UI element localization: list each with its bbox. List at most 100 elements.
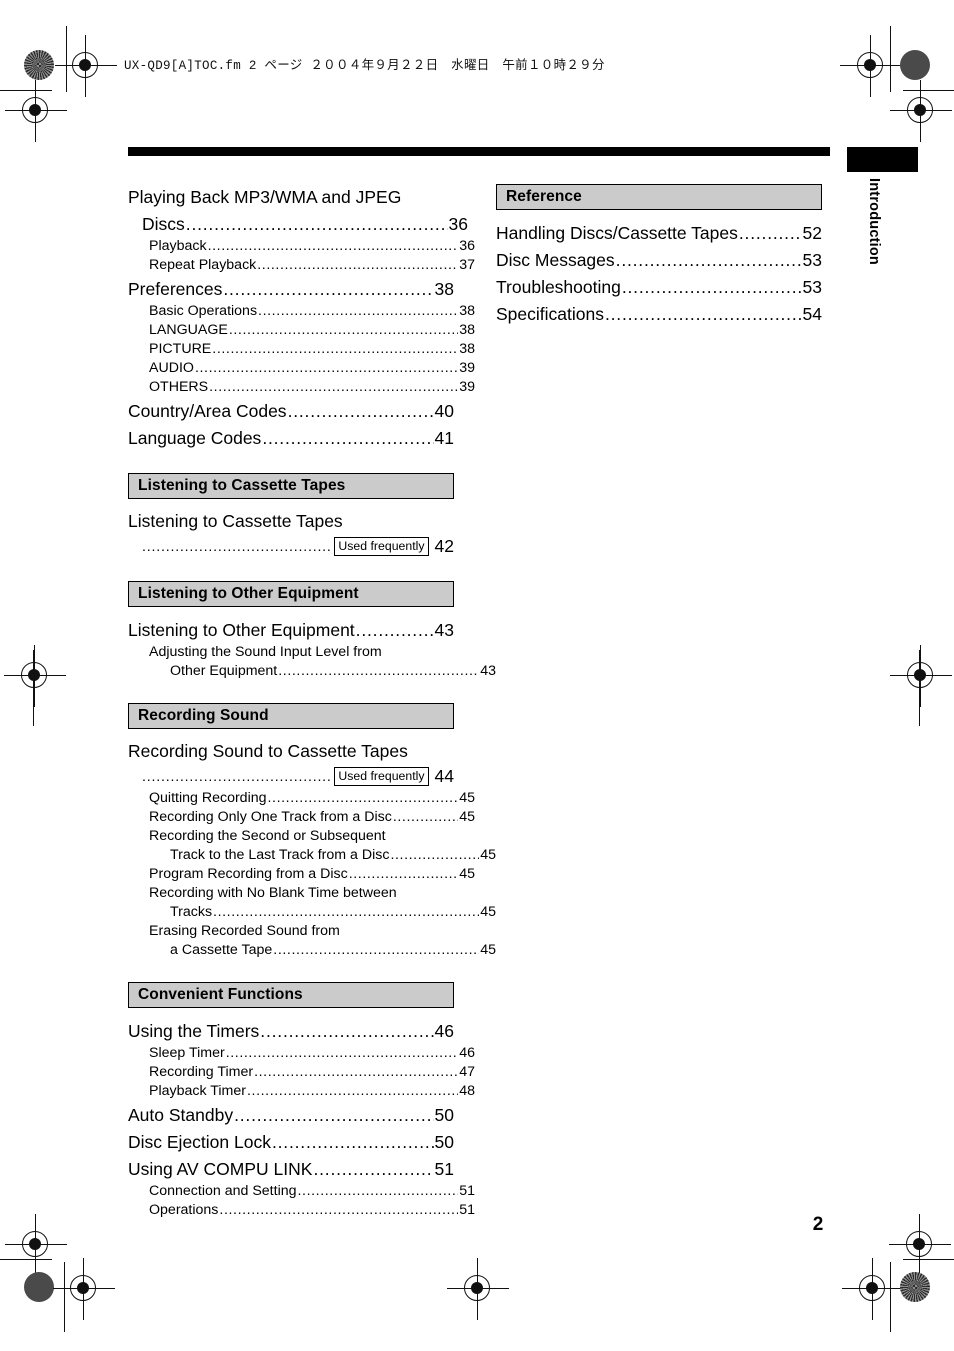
toc-entry[interactable]: Playback Timer 48	[128, 1082, 475, 1101]
toc-entry[interactable]: Using AV COMPU LINK 51	[128, 1156, 454, 1182]
toc-entry-label: Playback Timer	[149, 1083, 246, 1099]
toc-entry-title-line[interactable]: Recording with No Blank Time between	[128, 884, 454, 903]
toc-entry[interactable]: Specifications 54	[496, 301, 822, 327]
leader-dots	[313, 1156, 433, 1182]
toc-entry[interactable]: Tracks 45	[128, 903, 496, 922]
toc-entry-title-line[interactable]: Erasing Recorded Sound from	[128, 922, 454, 941]
toc-entry-title-line[interactable]: Recording Sound to Cassette Tapes	[128, 738, 454, 764]
toc-entry[interactable]: Other Equipment 43	[128, 662, 496, 681]
toc-entry-label: Sleep Timer	[149, 1045, 225, 1061]
toc-entry-page: 39	[459, 379, 475, 395]
toc-entry[interactable]: Track to the Last Track from a Disc 45	[128, 846, 496, 865]
leader-dots	[223, 276, 433, 302]
toc-entry-page: 40	[434, 401, 454, 421]
toc-right-column: Reference Handling Discs/Cassette Tapes 52…	[496, 184, 822, 327]
toc-entry-title-line[interactable]: Listening to Cassette Tapes	[128, 508, 454, 534]
toc-entry[interactable]: Basic Operations 38	[128, 302, 475, 321]
halftone-dot-top-left	[24, 50, 54, 80]
toc-entry[interactable]: Auto Standby 50	[128, 1102, 454, 1128]
leader-dots	[278, 662, 479, 681]
toc-entry[interactable]: Quitting Recording 45	[128, 789, 475, 808]
section-tab-block	[847, 147, 918, 172]
leader-dots	[226, 1044, 459, 1063]
toc-entry-title-line[interactable]: Recording the Second or Subsequent	[128, 827, 454, 846]
toc-entry-label: Country/Area Codes	[128, 401, 287, 421]
toc-entry[interactable]: OTHERS 39	[128, 378, 475, 397]
toc-entry[interactable]: Handling Discs/Cassette Tapes 52	[496, 220, 822, 246]
toc-entry[interactable]: Listening to Other Equipment 43	[128, 617, 454, 643]
leader-dots	[234, 1102, 433, 1128]
toc-entry[interactable]: Sleep Timer 46	[128, 1044, 475, 1063]
leader-dots	[349, 865, 459, 884]
toc-entry[interactable]: Disc Ejection Lock 50	[128, 1129, 454, 1155]
leader-dots	[195, 359, 458, 378]
toc-entry-page: 38	[459, 322, 475, 338]
solid-dot-bottom-left	[24, 1272, 54, 1302]
toc-entry[interactable]: Discs 36	[128, 211, 468, 237]
registration-mark-corner-bottom-right	[889, 1214, 951, 1276]
toc-entry-label: AUDIO	[149, 360, 194, 376]
file-slug-line: UX-QD9[A]TOC.fm 2 ページ ２００４年９月２２日 水曜日 午前１…	[124, 59, 605, 73]
leader-dots	[393, 808, 458, 827]
toc-entry-title-line[interactable]: Adjusting the Sound Input Level from	[128, 643, 454, 662]
toc-entry[interactable]: Language Codes 41	[128, 425, 454, 451]
toc-entry[interactable]: Program Recording from a Disc 45	[128, 865, 475, 884]
leader-dots	[142, 542, 330, 552]
toc-entry-page: 52	[802, 223, 822, 243]
solid-dot-top-right	[900, 50, 930, 80]
toc-left-column: Playing Back MP3/WMA and JPEGDiscs36Play…	[128, 184, 496, 1220]
toc-entry[interactable]: Preferences 38	[128, 276, 454, 302]
toc-entry[interactable]: Recording Timer 47	[128, 1063, 475, 1082]
toc-entry-label: Preferences	[128, 279, 223, 299]
toc-entry[interactable]: Troubleshooting 53	[496, 274, 822, 300]
toc-entry[interactable]: Recording Only One Track from a Disc 45	[128, 808, 475, 827]
toc-entry-label: Track to the Last Track from a Disc	[170, 847, 390, 863]
toc-entry[interactable]: Country/Area Codes 40	[128, 398, 454, 424]
crop-line-top-right-vertical	[890, 26, 891, 92]
toc-entry[interactable]: PICTURE 38	[128, 340, 475, 359]
leader-dots	[298, 1182, 459, 1201]
toc-entry-label: Disc Ejection Lock	[128, 1132, 271, 1152]
section-banner: Recording Sound	[128, 703, 454, 729]
toc-entry[interactable]: Using the Timers 46	[128, 1018, 454, 1044]
banner-spacer	[128, 499, 454, 508]
toc-entry-page: 36	[459, 238, 475, 254]
toc-entry-label: Auto Standby	[128, 1105, 234, 1125]
crop-line-bottom-right-horizontal	[903, 1259, 954, 1260]
toc-entry[interactable]: Playback 36	[128, 237, 475, 256]
toc-entry-page: 43	[480, 663, 496, 679]
used-frequently-badge: Used frequently	[334, 537, 429, 556]
toc-entry-used-frequently[interactable]: Used frequently 42	[128, 534, 454, 559]
toc-entry-label: LANGUAGE	[149, 322, 228, 338]
toc-entry-used-frequently[interactable]: Used frequently 44	[128, 764, 454, 789]
toc-entry[interactable]: Disc Messages 53	[496, 247, 822, 273]
leader-dots	[209, 378, 458, 397]
halftone-dot-bottom-right	[900, 1272, 930, 1302]
registration-mark-middle-right	[890, 645, 952, 707]
toc-entry-title-line[interactable]: Playing Back MP3/WMA and JPEG	[128, 184, 454, 210]
header-rule	[128, 147, 830, 156]
toc-entry[interactable]: Connection and Setting 51	[128, 1182, 475, 1201]
toc-entry[interactable]: Operations 51	[128, 1201, 475, 1220]
toc-entry[interactable]: LANGUAGE 38	[128, 321, 475, 340]
toc-entry-label: a Cassette Tape	[170, 942, 273, 958]
toc-entry-page: 45	[480, 847, 496, 863]
toc-entry-page: 38	[459, 303, 475, 319]
crop-line-top-left-horizontal	[0, 90, 52, 91]
toc-entry-page: 53	[802, 277, 822, 297]
toc-entry[interactable]: a Cassette Tape 45	[128, 941, 496, 960]
toc-entry-label: Repeat Playback	[149, 257, 257, 273]
toc-entry-page: 45	[480, 942, 496, 958]
leader-dots	[142, 772, 330, 782]
toc-entry-label: Specifications	[496, 304, 604, 324]
toc-entry-label: Quitting Recording	[149, 790, 267, 806]
toc-entry[interactable]: Repeat Playback 37	[128, 256, 475, 275]
banner-spacer	[496, 210, 822, 219]
section-banner: Listening to Cassette Tapes	[128, 473, 454, 499]
toc-entry[interactable]: AUDIO 39	[128, 359, 475, 378]
toc-entry-page: 42	[434, 536, 454, 556]
leader-dots	[262, 425, 433, 451]
crop-line-bottom-right-vertical	[890, 1262, 891, 1332]
registration-mark-top-right	[840, 35, 902, 97]
used-frequently-badge: Used frequently	[334, 767, 429, 786]
